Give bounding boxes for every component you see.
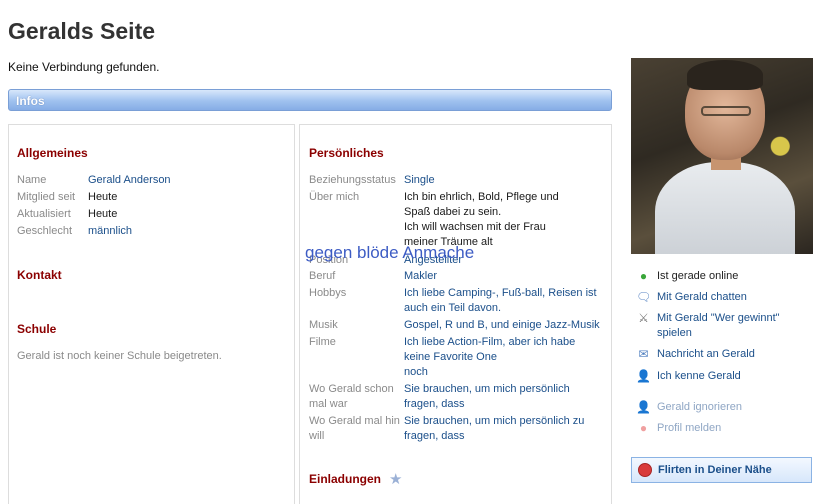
user-ignore-icon: 👤 xyxy=(636,400,651,414)
profile-photo[interactable] xyxy=(631,58,813,254)
report-icon: ● xyxy=(639,421,648,435)
gender-link[interactable]: männlich xyxy=(88,224,132,239)
music-link[interactable]: Gospel, R und B, und einige Jazz-Musik xyxy=(404,318,600,333)
overlay-watermark-text: gegen blöde Anmache xyxy=(305,243,475,262)
game-icon: ⚔ xyxy=(638,311,649,325)
infos-tab-bar[interactable]: Infos xyxy=(8,89,612,111)
section-schule: Schule xyxy=(17,322,57,336)
user-add-icon: 👤 xyxy=(636,369,651,383)
section-einladungen: Einladungen xyxy=(309,472,381,486)
infos-tab-label: Infos xyxy=(16,94,45,108)
job-link[interactable]: Makler xyxy=(404,269,437,284)
been-to-link[interactable]: Sie brauchen, um mich persönlich fragen,… xyxy=(404,382,570,412)
chat-bubble-icon: 🗨 xyxy=(636,290,652,304)
flirt-icon xyxy=(638,463,652,477)
name-link[interactable]: Gerald Anderson xyxy=(88,173,171,188)
hobbies-link[interactable]: Ich liebe Camping-, Fuß-ball, Reisen ist… xyxy=(404,286,597,316)
page-title: Geralds Seite xyxy=(8,18,156,44)
section-allgemeines: Allgemeines xyxy=(17,146,88,160)
section-kontakt: Kontakt xyxy=(17,268,62,282)
connection-status: Keine Verbindung gefunden. xyxy=(8,60,160,74)
school-empty-text: Gerald ist noch keiner Schule beigetrete… xyxy=(17,350,222,362)
movies-link[interactable]: Ich liebe Action-Film, aber ich habe kei… xyxy=(404,335,575,380)
star-icon[interactable]: ★ xyxy=(389,470,402,488)
wants-to-go-link[interactable]: Sie brauchen, um mich persönlich zu frag… xyxy=(404,414,584,444)
section-persoenliches: Persönliches xyxy=(309,146,384,160)
online-icon: ● xyxy=(639,269,648,283)
flirt-nearby-button[interactable]: Flirten in Deiner Nähe xyxy=(631,457,812,483)
message-icon: ✉ xyxy=(638,347,649,361)
relationship-link[interactable]: Single xyxy=(404,173,435,188)
